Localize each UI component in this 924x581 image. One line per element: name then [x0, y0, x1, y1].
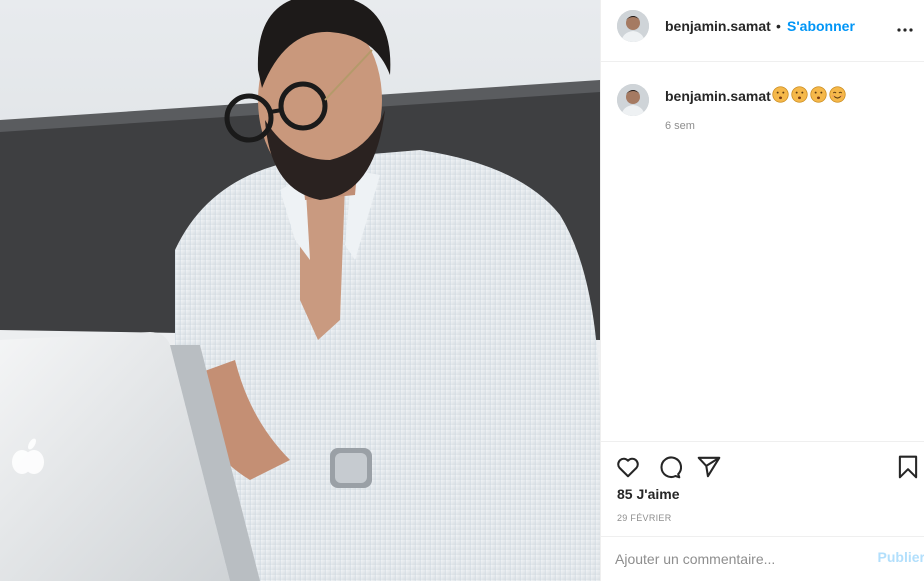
- post-time[interactable]: 6 sem: [665, 120, 695, 132]
- kissing-face-emoji: [810, 86, 827, 103]
- follow-button[interactable]: S'abonner: [787, 18, 855, 34]
- caption-username[interactable]: benjamin.samat: [665, 88, 771, 104]
- author-username[interactable]: benjamin.samat: [665, 18, 771, 34]
- publish-button[interactable]: Publier: [878, 549, 924, 565]
- caption-emojis: [772, 86, 846, 104]
- post-photo[interactable]: [0, 0, 600, 581]
- avatar[interactable]: [617, 84, 649, 116]
- post-image: [0, 0, 600, 581]
- paper-plane-icon[interactable]: [696, 454, 722, 480]
- post-sidebar: benjamin.samat • S'abonner benjamin.sama…: [600, 0, 924, 581]
- comment-input[interactable]: [615, 547, 855, 571]
- kissing-face-emoji: [772, 86, 789, 103]
- post-header: benjamin.samat • S'abonner: [601, 0, 924, 62]
- comment-box: Publier: [601, 536, 924, 581]
- comment-icon[interactable]: [656, 454, 682, 480]
- action-bar: [601, 441, 924, 491]
- smiling-face-emoji: [829, 86, 846, 103]
- avatar-image: [617, 84, 649, 116]
- heart-icon[interactable]: [615, 454, 641, 480]
- post-date[interactable]: 29 FÉVRIER: [617, 513, 672, 523]
- caption-area: benjamin.samat 6 sem: [601, 62, 924, 442]
- kissing-face-emoji: [791, 86, 808, 103]
- more-icon[interactable]: [893, 18, 917, 42]
- avatar-image: [617, 10, 649, 42]
- avatar[interactable]: [617, 10, 649, 42]
- separator-dot: •: [776, 18, 781, 34]
- bookmark-icon[interactable]: [895, 454, 921, 480]
- likes-count[interactable]: 85 J'aime: [617, 486, 680, 502]
